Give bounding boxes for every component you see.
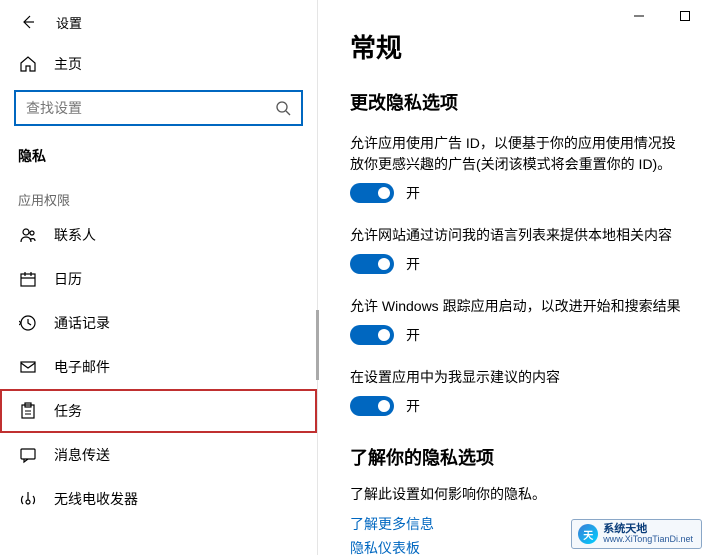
sidebar-category-title: 隐私: [0, 136, 317, 172]
sidebar-home-label: 主页: [54, 54, 82, 74]
sidebar: 设置 主页 隐私 应用权限 联系人 日历 通话记录: [0, 0, 318, 555]
toggle-suggested-content[interactable]: [350, 396, 394, 416]
sidebar-item-contacts[interactable]: 联系人: [0, 213, 317, 257]
sidebar-subsection-title: 应用权限: [0, 172, 317, 213]
tasks-icon: [18, 402, 38, 420]
radio-icon: [18, 490, 38, 508]
sidebar-item-label: 消息传送: [54, 445, 110, 465]
maximize-button[interactable]: [662, 0, 708, 32]
search-box[interactable]: [14, 90, 303, 126]
minimize-icon: [633, 10, 645, 22]
sidebar-item-label: 任务: [54, 401, 82, 421]
window-controls: [616, 0, 708, 32]
sidebar-item-label: 无线电收发器: [54, 489, 138, 509]
email-icon: [18, 358, 38, 376]
main-content: 常规 更改隐私选项 允许应用使用广告 ID，以便基于你的应用使用情况投放你更感兴…: [318, 0, 708, 555]
toggle-app-launch[interactable]: [350, 325, 394, 345]
learn-heading: 了解你的隐私选项: [350, 444, 684, 470]
toggle-state-label: 开: [406, 183, 420, 203]
sidebar-item-messaging[interactable]: 消息传送: [0, 433, 317, 477]
toggle-state-label: 开: [406, 325, 420, 345]
setting-app-launch-tracking: 允许 Windows 跟踪应用启动，以改进开始和搜索结果 开: [350, 296, 684, 345]
setting-language-list: 允许网站通过访问我的语言列表来提供本地相关内容 开: [350, 225, 684, 274]
calendar-icon: [18, 270, 38, 288]
toggle-state-label: 开: [406, 254, 420, 274]
watermark-text: 系统天地 www.XiTongTianDi.net: [603, 523, 693, 545]
minimize-button[interactable]: [616, 0, 662, 32]
setting-description: 在设置应用中为我显示建议的内容: [350, 367, 684, 388]
sidebar-item-email[interactable]: 电子邮件: [0, 345, 317, 389]
toggle-row: 开: [350, 254, 684, 274]
sidebar-item-calendar[interactable]: 日历: [0, 257, 317, 301]
search-input[interactable]: [16, 100, 265, 116]
setting-description: 允许 Windows 跟踪应用启动，以改进开始和搜索结果: [350, 296, 684, 317]
toggle-row: 开: [350, 396, 684, 416]
toggle-language-list[interactable]: [350, 254, 394, 274]
setting-ad-id: 允许应用使用广告 ID，以便基于你的应用使用情况投放你更感兴趣的广告(关闭该模式…: [350, 133, 684, 203]
back-button[interactable]: [16, 10, 40, 34]
home-icon: [18, 55, 38, 73]
watermark-icon: 天: [578, 524, 598, 544]
toggle-state-label: 开: [406, 396, 420, 416]
watermark-url: www.XiTongTianDi.net: [603, 535, 693, 545]
titlebar: 设置: [0, 0, 317, 44]
sidebar-item-label: 电子邮件: [54, 357, 110, 377]
watermark: 天 系统天地 www.XiTongTianDi.net: [571, 519, 702, 549]
toggle-row: 开: [350, 183, 684, 203]
history-icon: [18, 314, 38, 332]
sidebar-item-tasks[interactable]: 任务: [0, 389, 317, 433]
toggle-ad-id[interactable]: [350, 183, 394, 203]
sidebar-item-callhistory[interactable]: 通话记录: [0, 301, 317, 345]
arrow-left-icon: [20, 14, 36, 30]
search-container: [0, 84, 317, 136]
window-title: 设置: [56, 13, 82, 32]
page-heading: 常规: [350, 28, 684, 65]
sidebar-item-radios[interactable]: 无线电收发器: [0, 477, 317, 521]
setting-description: 允许应用使用广告 ID，以便基于你的应用使用情况投放你更感兴趣的广告(关闭该模式…: [350, 133, 684, 175]
maximize-icon: [679, 10, 691, 22]
section-heading: 更改隐私选项: [350, 89, 684, 115]
sidebar-item-label: 日历: [54, 269, 82, 289]
search-icon[interactable]: [265, 100, 301, 116]
messaging-icon: [18, 446, 38, 464]
sidebar-home[interactable]: 主页: [0, 44, 317, 84]
sidebar-item-label: 联系人: [54, 225, 96, 245]
learn-text: 了解此设置如何影响你的隐私。: [350, 484, 684, 504]
toggle-row: 开: [350, 325, 684, 345]
setting-description: 允许网站通过访问我的语言列表来提供本地相关内容: [350, 225, 684, 246]
contacts-icon: [18, 226, 38, 244]
sidebar-item-label: 通话记录: [54, 313, 110, 333]
setting-suggested-content: 在设置应用中为我显示建议的内容 开: [350, 367, 684, 416]
